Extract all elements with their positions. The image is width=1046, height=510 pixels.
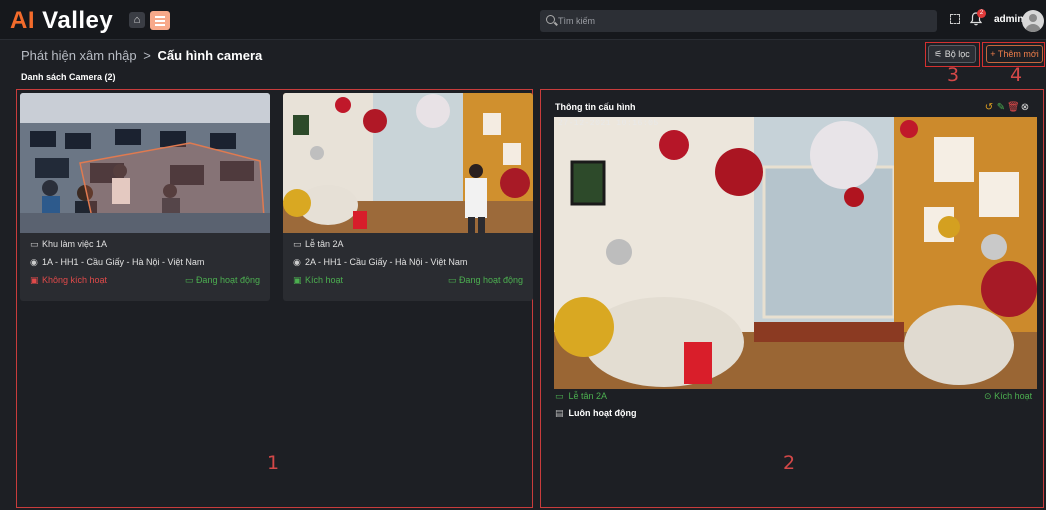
breadcrumb-parent[interactable]: Phát hiện xâm nhập — [21, 48, 137, 63]
camera-card[interactable]: ▭ Khu làm việc 1A ◉ 1A - HH1 - Cầu Giấy - … — [20, 93, 270, 301]
calendar-icon: ▣ — [30, 275, 39, 285]
edit-icon[interactable]: ✎ — [995, 102, 1007, 113]
home-icon[interactable]: ⌂ — [129, 12, 145, 28]
detail-schedule: ▤ Luôn hoạt động — [555, 408, 637, 418]
video-icon: ▭ — [184, 275, 194, 285]
camera-timestamp: 27-12-2021 10:16:05 — [558, 119, 659, 128]
callout-number-4: 4 — [1010, 64, 1023, 86]
location-icon: ◉ — [293, 257, 301, 267]
camera-thumbnail[interactable] — [283, 93, 533, 233]
connection-status: ▭ Đang hoạt động — [184, 275, 260, 285]
app-logo[interactable]: AI Valley — [10, 7, 113, 35]
notification-badge: 2 — [977, 9, 986, 18]
video-icon: ▭ — [555, 391, 564, 401]
camera-list-title: Danh sách Camera (2) — [21, 72, 116, 82]
username[interactable]: admin — [994, 14, 1023, 25]
search-input[interactable] — [558, 13, 928, 29]
callout-number-3: 3 — [947, 64, 960, 86]
camera-location: ◉ 2A - HH1 - Cầu Giấy - Hà Nội - Việt Nam — [293, 257, 468, 267]
detail-actions: ↺ ✎ 🗑⊗ — [983, 102, 1031, 113]
camera-card[interactable]: ▭ Lễ tân 2A ◉ 2A - HH1 - Cầu Giấy - Hà Nội… — [283, 93, 533, 301]
camera-thumbnail[interactable] — [20, 93, 270, 233]
fullscreen-icon[interactable] — [950, 14, 960, 24]
detail-camera-name: ▭ Lễ tân 2A — [555, 391, 608, 401]
location-icon: ◉ — [30, 257, 38, 267]
page-title: Cấu hình camera — [157, 48, 263, 63]
search-icon — [546, 15, 555, 24]
calendar-icon: ▤ — [555, 408, 564, 418]
camera-name: ▭ Lễ tân 2A — [293, 239, 344, 249]
connection-status: ▭ Đang hoạt động — [447, 275, 523, 285]
detail-title: Thông tin cấu hình — [555, 102, 636, 112]
camera-name: ▭ Khu làm việc 1A — [30, 239, 108, 249]
delete-icon[interactable]: 🗑 — [1007, 102, 1020, 113]
close-icon[interactable]: ⊗ — [1019, 102, 1031, 113]
calendar-icon: ⊙ — [984, 391, 992, 401]
search-box[interactable] — [540, 10, 937, 32]
top-bar: AI Valley ⌂ 2 admin — [0, 0, 1046, 40]
video-icon: ▭ — [447, 275, 457, 285]
camera-icon: ▭ — [293, 239, 302, 249]
camera-preview[interactable]: 27-12-2021 10:16:05 — [554, 117, 1037, 389]
activation-status: ▣ Kích hoạt — [293, 275, 344, 285]
activation-status: ▣ Không kích hoạt — [30, 275, 108, 285]
calendar-icon: ▣ — [293, 275, 302, 285]
avatar[interactable] — [1022, 10, 1044, 32]
menu-icon[interactable] — [150, 11, 170, 30]
breadcrumb-separator: > — [143, 48, 151, 63]
detail-activation: ⊙ Kích hoạt — [984, 391, 1033, 401]
breadcrumb: Phát hiện xâm nhập > Cấu hình camera — [21, 48, 262, 63]
camera-location: ◉ 1A - HH1 - Cầu Giấy - Hà Nội - Việt Nam — [30, 257, 205, 267]
camera-icon: ▭ — [30, 239, 39, 249]
history-icon[interactable]: ↺ — [983, 102, 995, 113]
